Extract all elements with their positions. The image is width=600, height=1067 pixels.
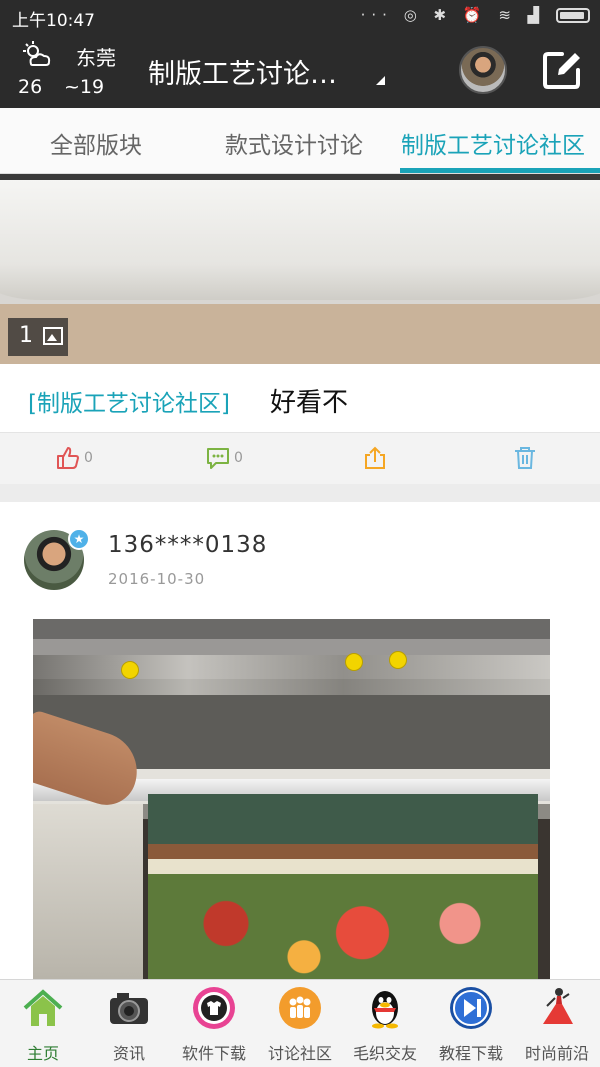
nav-label: 时尚前沿 xyxy=(524,1044,589,1063)
app-header: 东莞 26 ~19 制版工艺讨论… xyxy=(0,34,600,108)
machine-knob xyxy=(345,653,363,671)
machine-knob xyxy=(389,651,407,669)
user-avatar[interactable] xyxy=(459,46,507,94)
thumbs-up-icon xyxy=(57,447,79,469)
active-tab-indicator xyxy=(400,168,600,173)
nav-news[interactable]: 资讯 xyxy=(86,980,172,1067)
nav-fashion[interactable]: 时尚前沿 xyxy=(514,980,600,1067)
comment-icon xyxy=(207,448,229,469)
tab-all-sections[interactable]: 全部版块 xyxy=(50,126,142,160)
nav-tutorial-download[interactable]: 教程下载 xyxy=(428,980,514,1067)
nav-label: 讨论社区 xyxy=(267,1044,332,1063)
image-icon xyxy=(43,327,63,345)
dropdown-caret-icon[interactable] xyxy=(376,76,385,85)
battery-icon xyxy=(556,8,590,23)
home-icon xyxy=(23,989,63,1026)
tab-pattern-craft[interactable]: 制版工艺讨论社区 xyxy=(401,126,585,160)
post-image-container xyxy=(0,617,600,979)
trash-icon xyxy=(515,447,535,469)
machine-panel xyxy=(33,655,550,695)
nav-knit-friends[interactable]: 毛织交友 xyxy=(342,980,428,1067)
penguin-icon xyxy=(372,991,398,1029)
share-button[interactable] xyxy=(362,445,388,473)
edit-icon[interactable] xyxy=(540,48,584,92)
image-count-badge: 1 xyxy=(8,318,68,356)
section-title-dropdown[interactable]: 制版工艺讨论… xyxy=(148,52,337,91)
post-author-header[interactable]: ★ 136****0138 2016-10-30 xyxy=(0,502,600,617)
nav-software-download[interactable]: 软件下载 xyxy=(171,980,257,1067)
image-count: 1 xyxy=(19,323,33,348)
fashion-model-icon xyxy=(543,988,573,1024)
bottom-nav: 主页 资讯 软件下载 讨论社区 毛织交友 教程下载 时尚前沿 xyxy=(0,979,600,1067)
status-icons-glyphs: ··· ◎ ✱ ⏰ ≋ ▟ xyxy=(360,6,546,24)
comment-button[interactable]: 0 xyxy=(205,445,243,473)
machine-side xyxy=(33,804,143,979)
tshirt-icon xyxy=(193,987,235,1029)
nav-label: 主页 xyxy=(26,1044,59,1063)
knitted-tapestry xyxy=(148,794,538,979)
post-category-tag[interactable]: [制版工艺讨论社区] xyxy=(28,384,230,418)
photo-strap xyxy=(0,180,600,300)
post-text: 好看不 xyxy=(270,388,349,418)
play-next-icon xyxy=(450,987,492,1029)
comment-count: 0 xyxy=(234,450,243,466)
status-bar: 上午10:47 ··· ◎ ✱ ⏰ ≋ ▟ xyxy=(0,0,600,34)
status-time: 上午10:47 xyxy=(12,11,95,31)
group-icon xyxy=(279,987,321,1029)
nav-community[interactable]: 讨论社区 xyxy=(257,980,343,1067)
like-button[interactable]: 0 xyxy=(55,445,93,473)
like-count: 0 xyxy=(84,450,93,466)
post-body[interactable]: [制版工艺讨论社区] 好看不 xyxy=(0,364,600,432)
weather-high: 26 xyxy=(18,76,43,98)
tab-style-design[interactable]: 款式设计讨论 xyxy=(225,126,363,160)
camera-icon xyxy=(110,993,148,1024)
verified-star-icon: ★ xyxy=(68,528,90,550)
post-actions: 0 0 xyxy=(0,432,600,484)
section-tabs: 全部版块 款式设计讨论 制版工艺讨论社区 xyxy=(0,108,600,174)
partly-cloudy-icon xyxy=(23,41,51,66)
machine-knob xyxy=(121,661,139,679)
delete-button[interactable] xyxy=(512,445,538,473)
weather-low: ~19 xyxy=(64,76,105,98)
nav-label: 资讯 xyxy=(112,1044,145,1063)
nav-home[interactable]: 主页 xyxy=(0,980,86,1067)
nav-label: 软件下载 xyxy=(181,1044,246,1063)
nav-label: 教程下载 xyxy=(438,1044,503,1063)
author-name[interactable]: 136****0138 xyxy=(108,532,267,558)
post-date: 2016-10-30 xyxy=(108,570,206,588)
nav-label: 毛织交友 xyxy=(352,1044,417,1063)
share-icon xyxy=(365,446,385,469)
weather-city: 东莞 xyxy=(76,46,116,70)
post-image[interactable] xyxy=(33,619,550,979)
status-icons: ··· ◎ ✱ ⏰ ≋ ▟ xyxy=(361,6,590,24)
post-image[interactable] xyxy=(0,174,600,364)
